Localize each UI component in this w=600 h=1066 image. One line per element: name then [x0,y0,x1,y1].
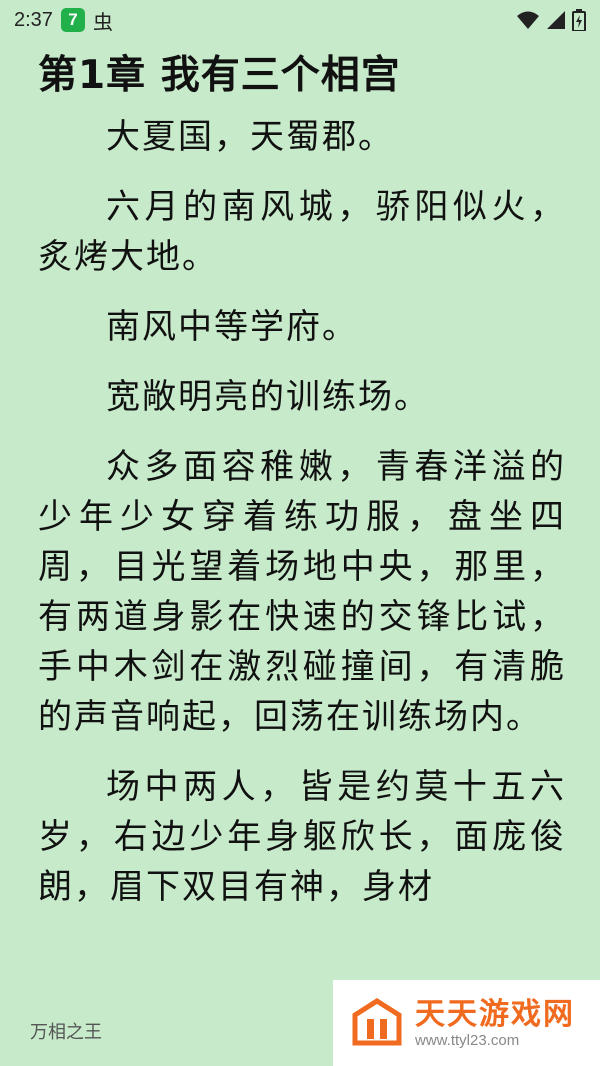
site-watermark: 天天游戏网 www.ttyl23.com [333,980,600,1066]
reader-content: 第1章 我有三个相宫 大夏国，天蜀郡。 六月的南风城，骄阳似火，炙烤大地。 南风… [38,50,566,932]
reader-viewport[interactable]: 第1章 我有三个相宫 大夏国，天蜀郡。 六月的南风城，骄阳似火，炙烤大地。 南风… [0,0,600,1010]
site-logo-icon [352,998,402,1046]
watermark-url: www.ttyl23.com [415,1031,520,1049]
paragraph: 宽敞明亮的训练场。 [106,377,430,417]
watermark-title: 天天游戏网 [415,996,575,1032]
book-name: 万相之王 [30,1022,102,1043]
paragraph: 南风中等学府。 [106,307,358,347]
chapter-title: 第1章 我有三个相宫 [38,53,401,98]
paragraph: 六月的南风城，骄阳似火，炙烤大地。 [38,187,566,277]
paragraph: 大夏国，天蜀郡。 [106,117,394,157]
paragraph: 场中两人，皆是约莫十五六岁，右边少年身躯欣长，面庞俊朗，眉下双目有神，身材 [38,767,566,907]
paragraph: 众多面容稚嫩，青春洋溢的少年少女穿着练功服，盘坐四周，目光望着场地中央，那里，有… [38,447,566,737]
